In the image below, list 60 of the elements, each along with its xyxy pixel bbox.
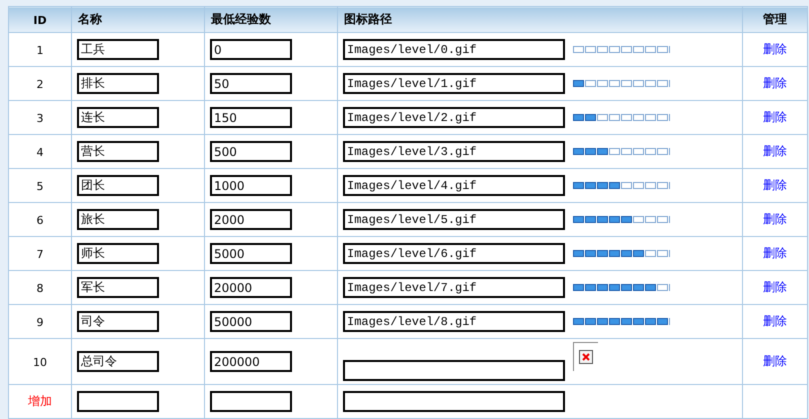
name-field[interactable]: 师长 xyxy=(77,243,159,264)
icon-path-field[interactable]: Images/level/2.gif xyxy=(343,107,565,128)
experience-field[interactable]: 5000 xyxy=(210,243,292,264)
experience-field[interactable]: 200000 xyxy=(210,351,292,372)
icon-path-field[interactable] xyxy=(343,360,565,381)
name-field[interactable]: 工兵 xyxy=(77,39,159,60)
delete-link[interactable]: 删除 xyxy=(763,178,787,192)
add-link[interactable]: 增加 xyxy=(28,394,52,408)
column-header: 管理 xyxy=(763,12,787,26)
row-id: 10 xyxy=(33,356,47,368)
row-id: 4 xyxy=(36,146,44,158)
delete-link[interactable]: 删除 xyxy=(763,42,787,56)
row-id: 3 xyxy=(36,112,44,124)
icon-path-field[interactable]: Images/level/7.gif xyxy=(343,277,565,298)
experience-field[interactable]: 500 xyxy=(210,141,292,162)
row-id: 5 xyxy=(36,180,44,192)
row-id: 2 xyxy=(36,78,44,90)
experience-field[interactable] xyxy=(210,391,292,412)
delete-link[interactable]: 删除 xyxy=(763,110,787,124)
experience-field[interactable]: 2000 xyxy=(210,209,292,230)
delete-link[interactable]: 删除 xyxy=(763,314,787,328)
row-id: 8 xyxy=(36,282,44,294)
row-id: 7 xyxy=(36,248,44,260)
icon-path-field[interactable]: Images/level/6.gif xyxy=(343,243,565,264)
icon-path-field[interactable]: Images/level/4.gif xyxy=(343,175,565,196)
delete-link[interactable]: 删除 xyxy=(763,246,787,260)
name-field[interactable]: 营长 xyxy=(77,141,159,162)
column-header: 最低经验数 xyxy=(211,12,271,26)
broken-image-icon xyxy=(573,342,598,371)
row-id: 1 xyxy=(36,44,44,56)
icon-path-field[interactable] xyxy=(343,391,565,412)
name-field[interactable]: 军长 xyxy=(77,277,159,298)
row-id: 6 xyxy=(36,214,44,226)
column-header: ID xyxy=(33,14,47,26)
delete-link[interactable]: 删除 xyxy=(763,280,787,294)
icon-path-field[interactable]: Images/level/8.gif xyxy=(343,311,565,332)
name-field[interactable]: 团长 xyxy=(77,175,159,196)
delete-link[interactable]: 删除 xyxy=(763,354,787,368)
icon-path-field[interactable]: Images/level/3.gif xyxy=(343,141,565,162)
experience-field[interactable]: 0 xyxy=(210,39,292,60)
name-field[interactable]: 司令 xyxy=(77,311,159,332)
column-header: 名称 xyxy=(78,12,102,26)
delete-link[interactable]: 删除 xyxy=(763,76,787,90)
delete-link[interactable]: 删除 xyxy=(763,212,787,226)
name-field[interactable]: 排长 xyxy=(77,73,159,94)
experience-field[interactable]: 150 xyxy=(210,107,292,128)
experience-field[interactable]: 20000 xyxy=(210,277,292,298)
delete-link[interactable]: 删除 xyxy=(763,144,787,158)
experience-field[interactable]: 1000 xyxy=(210,175,292,196)
name-field[interactable]: 旅长 xyxy=(77,209,159,230)
experience-field[interactable]: 50000 xyxy=(210,311,292,332)
name-field[interactable]: 总司令 xyxy=(77,351,159,372)
name-field[interactable] xyxy=(77,391,159,412)
name-field[interactable]: 连长 xyxy=(77,107,159,128)
icon-path-field[interactable]: Images/level/1.gif xyxy=(343,73,565,94)
icon-path-field[interactable]: Images/level/0.gif xyxy=(343,39,565,60)
icon-path-field[interactable]: Images/level/5.gif xyxy=(343,209,565,230)
row-id: 9 xyxy=(36,316,44,328)
column-header: 图标路径 xyxy=(344,12,392,26)
experience-field[interactable]: 50 xyxy=(210,73,292,94)
